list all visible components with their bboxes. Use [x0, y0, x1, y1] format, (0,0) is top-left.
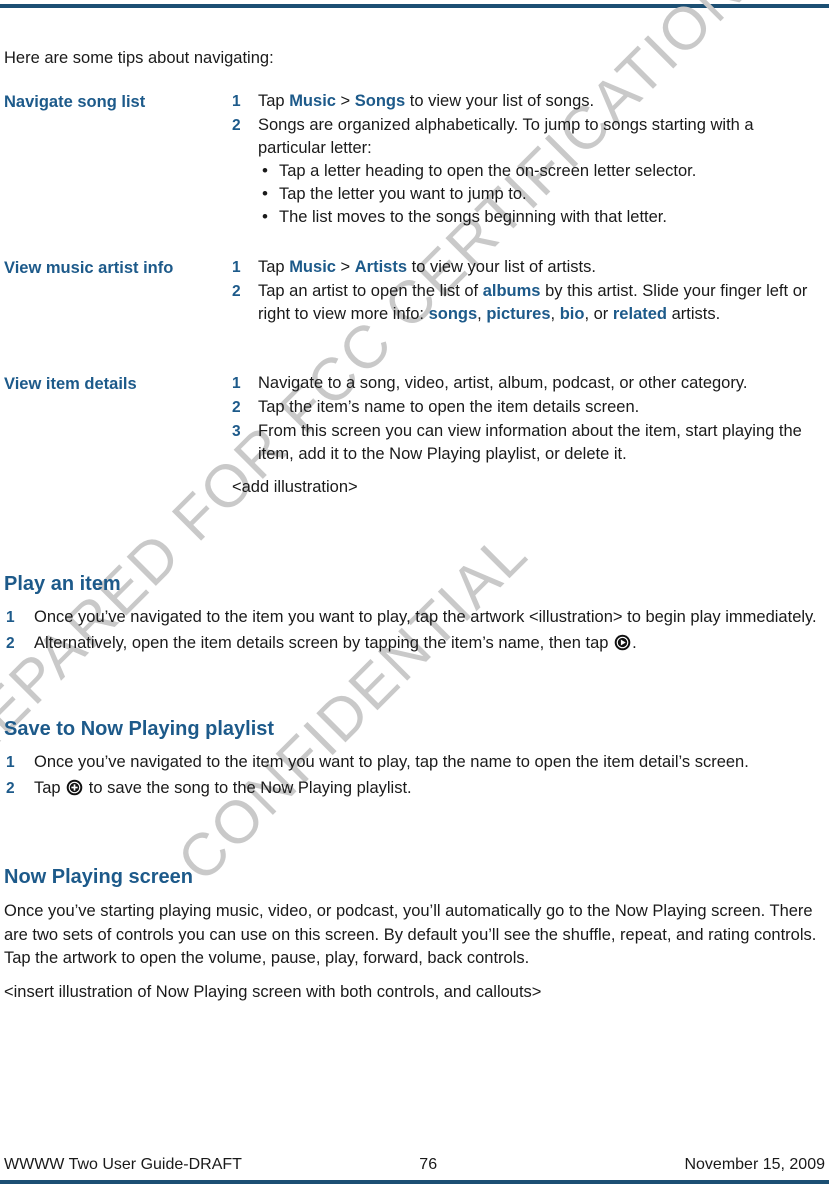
step-number: 1	[6, 754, 15, 771]
tips-row-view-music-artist-info: View music artist info 1 Tap Music > Art…	[4, 256, 825, 327]
step-number: 2	[232, 283, 241, 300]
tips-row-view-item-details: View item details 1 Navigate to a song, …	[4, 372, 825, 499]
tips-row-body: 1 Navigate to a song, video, artist, alb…	[232, 372, 825, 499]
tips-row-body: 1 Tap Music > Songs to view your list of…	[232, 90, 825, 230]
step-item: 1 Once you’ve navigated to the item you …	[4, 751, 825, 775]
step-list: 1 Tap Music > Artists to view your list …	[232, 256, 825, 326]
step-list: 1 Navigate to a song, video, artist, alb…	[232, 372, 825, 466]
step-text: Alternatively, open the item details scr…	[34, 633, 637, 652]
tips-row-navigate-song-list: Navigate song list 1 Tap Music > Songs t…	[4, 90, 825, 230]
step-item: 2 Tap an artist to open the list of albu…	[232, 280, 825, 326]
step-number: 2	[6, 634, 15, 652]
step-item: 2 Tap to save the song to the Now Playin…	[4, 777, 825, 801]
step-item: 2 Alternatively, open the item details s…	[4, 632, 825, 656]
step-item: 3 From this screen you can view informat…	[232, 420, 825, 466]
section-heading: Save to Now Playing playlist	[4, 718, 275, 740]
bullet-text: Tap a letter heading to open the on-scre…	[279, 162, 697, 180]
step-text: Tap to save the song to the Now Playing …	[34, 778, 412, 797]
page-footer: WWWW Two User Guide-DRAFT 76 November 15…	[4, 1156, 825, 1174]
step-number: 3	[232, 423, 241, 440]
bullet-list: • Tap a letter heading to open the on-scr…	[258, 160, 825, 229]
step-text: Once you’ve navigated to the item you wa…	[34, 753, 749, 771]
step-text: Tap an artist to open the list of albums…	[258, 282, 808, 323]
step-number: 1	[232, 259, 241, 276]
document-page: PREPARED FOR FCC CERTIFICATION CONFIDENT…	[0, 0, 829, 1188]
header-rule	[0, 4, 829, 8]
step-text: Tap Music > Artists to view your list of…	[258, 258, 596, 276]
intro-paragraph: Here are some tips about navigating:	[4, 49, 274, 67]
tips-row-label: View item details	[4, 375, 137, 393]
step-number: 2	[232, 117, 241, 134]
tips-row-body: 1 Tap Music > Artists to view your list …	[232, 256, 825, 327]
illustration-placeholder: <insert illustration of Now Playing scre…	[4, 982, 542, 1001]
step-number: 1	[232, 375, 241, 392]
bullet-text: Tap the letter you want to jump to.	[279, 185, 527, 203]
tips-row-label: View music artist info	[4, 259, 174, 277]
step-item: 1 Tap Music > Songs to view your list of…	[232, 90, 825, 113]
bullet-text: The list moves to the songs beginning wi…	[279, 208, 667, 226]
bullet-item: • Tap a letter heading to open the on-scr…	[258, 160, 825, 183]
step-text: Tap Music > Songs to view your list of s…	[258, 92, 595, 110]
step-text: Songs are organized alphabetically. To j…	[258, 116, 754, 157]
step-list: 1 Tap Music > Songs to view your list of…	[232, 90, 825, 229]
bullet-dot-icon: •	[262, 207, 268, 226]
tips-row-label: Navigate song list	[4, 93, 146, 111]
bullet-dot-icon: •	[262, 184, 268, 203]
section-save-to-now-playing-playlist: Save to Now Playing playlist 1 Once you’…	[4, 717, 825, 802]
section-heading: Play an item	[4, 573, 121, 595]
step-item: 1 Navigate to a song, video, artist, alb…	[232, 372, 825, 395]
step-item: 1 Tap Music > Artists to view your list …	[232, 256, 825, 279]
step-text: From this screen you can view informatio…	[258, 422, 802, 463]
step-number: 2	[6, 779, 15, 797]
footer-page-number: 76	[419, 1156, 438, 1173]
bullet-dot-icon: •	[262, 161, 268, 180]
bullet-item: • Tap the letter you want to jump to.	[258, 183, 825, 206]
section-play-an-item: Play an item 1 Once you’ve navigated to …	[4, 572, 825, 657]
section-step-list: 1 Once you’ve navigated to the item you …	[4, 751, 825, 800]
step-number: 2	[232, 399, 241, 416]
illustration-placeholder: <add illustration>	[232, 478, 358, 496]
footer-date: November 15, 2009	[684, 1156, 825, 1173]
step-item: 1 Once you’ve navigated to the item you …	[4, 606, 825, 630]
add-circle-icon[interactable]	[66, 779, 83, 796]
step-number: 1	[232, 93, 241, 110]
step-item: 2 Tap the item’s name to open the item d…	[232, 396, 825, 419]
section-now-playing-screen: Now Playing screen Once you’ve starting …	[4, 865, 825, 1004]
step-text: Once you’ve navigated to the item you wa…	[34, 608, 817, 626]
step-number: 1	[6, 609, 15, 626]
step-text: Tap the item’s name to open the item det…	[258, 398, 640, 416]
step-item: 2 Songs are organized alphabetically. To…	[232, 114, 825, 229]
footer-rule	[0, 1180, 829, 1184]
step-text: Navigate to a song, video, artist, album…	[258, 374, 748, 392]
section-paragraph: Once you’ve starting playing music, vide…	[4, 902, 817, 967]
section-heading: Now Playing screen	[4, 866, 193, 888]
section-step-list: 1 Once you’ve navigated to the item you …	[4, 606, 825, 655]
bullet-item: • The list moves to the songs beginning w…	[258, 206, 825, 229]
play-circle-icon[interactable]	[614, 634, 631, 651]
